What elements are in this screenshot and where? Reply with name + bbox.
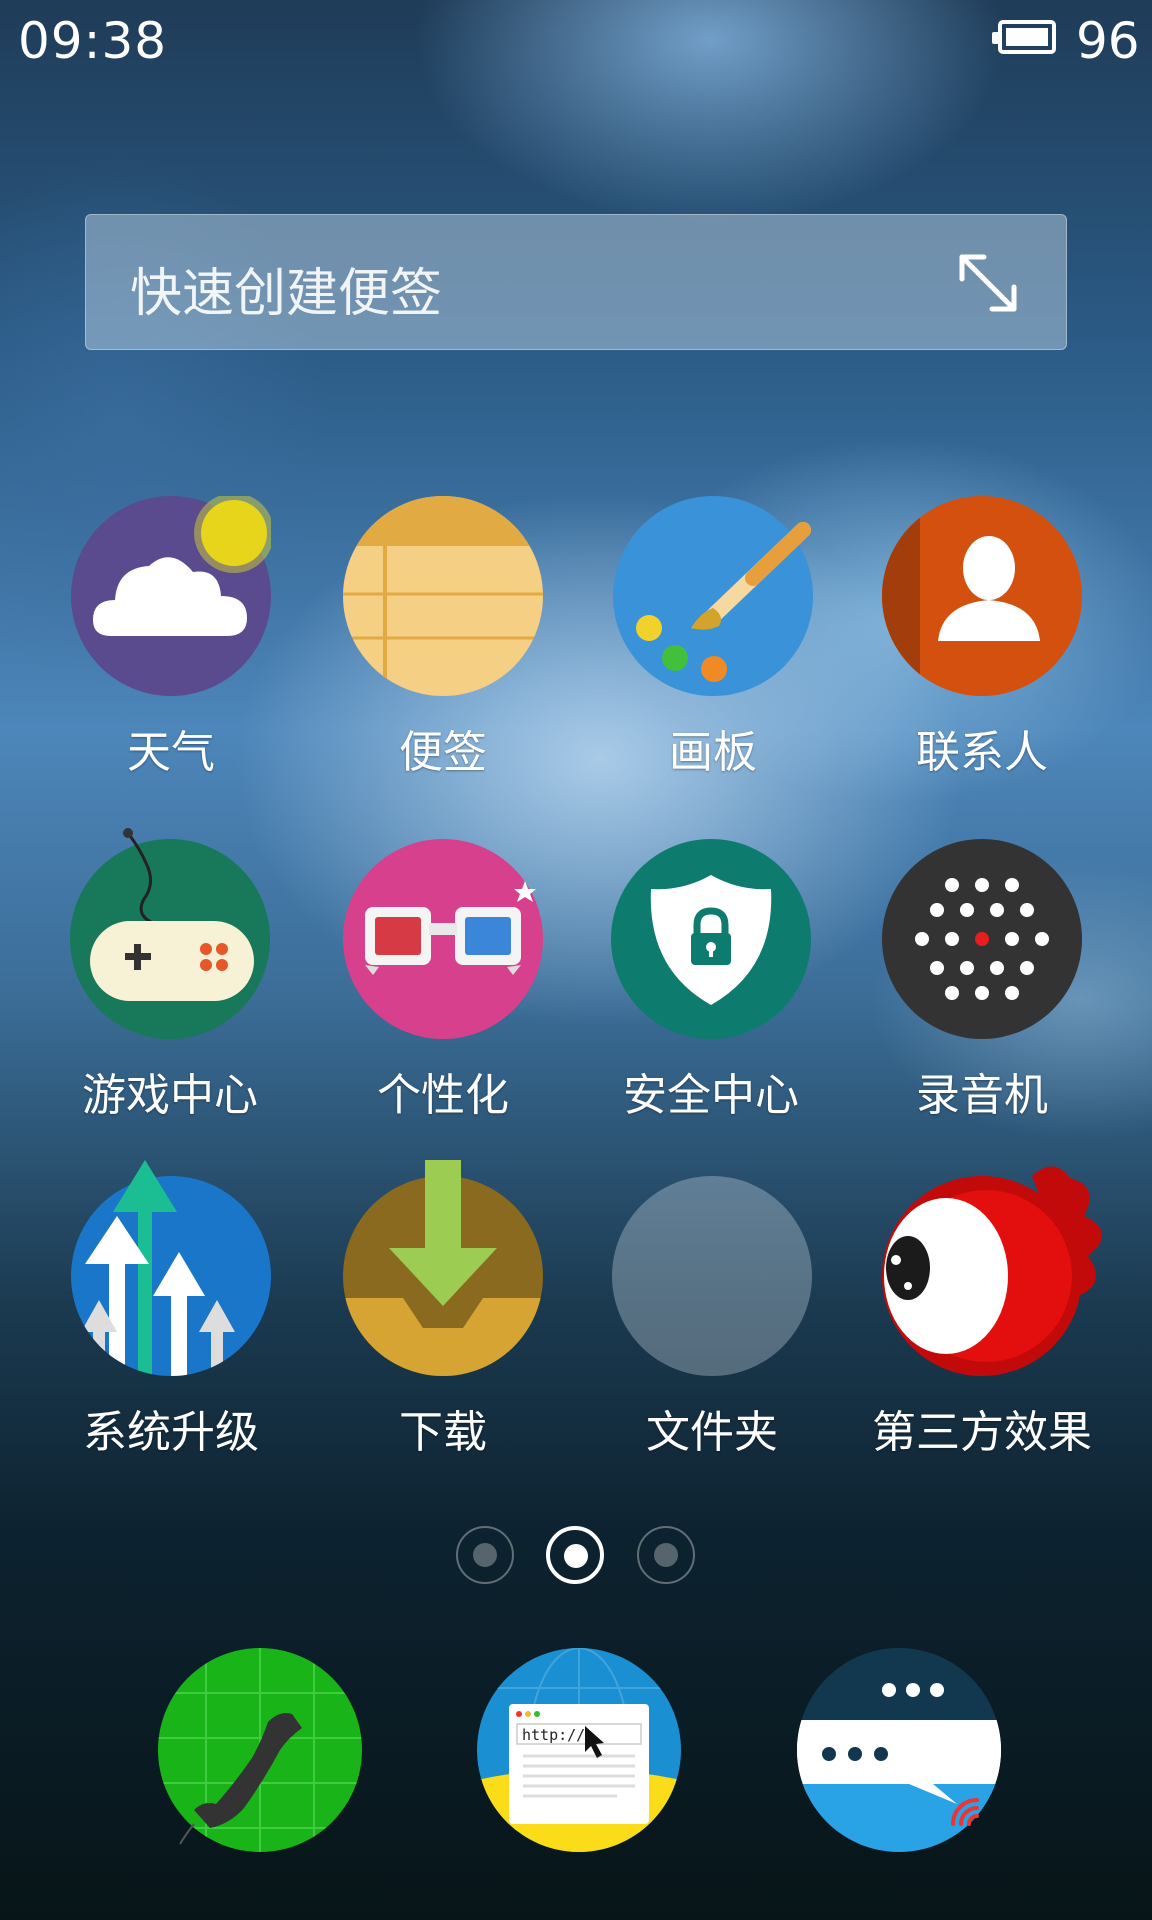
app-weather[interactable]: 天气 <box>51 496 291 796</box>
app-label: 天气 <box>127 727 215 778</box>
app-recorder[interactable]: 录音机 <box>862 839 1102 1139</box>
app-label: 联系人 <box>916 727 1048 778</box>
app-security-center[interactable]: 安全中心 <box>591 839 831 1139</box>
app-label: 个性化 <box>377 1070 509 1121</box>
clock: 09:38 <box>18 12 168 70</box>
app-drawing[interactable]: 画板 <box>593 496 833 796</box>
page-indicator[interactable] <box>0 1526 1152 1586</box>
page-dot-3[interactable] <box>637 1526 695 1584</box>
paintbrush-icon <box>613 496 813 696</box>
weather-icon <box>71 496 271 696</box>
browser-app[interactable]: http:// <box>477 1648 681 1852</box>
gamepad-icon <box>70 828 270 1039</box>
battery-level: 96 <box>1076 12 1140 70</box>
page-dot-1[interactable] <box>456 1526 514 1584</box>
shield-lock-icon <box>611 839 811 1039</box>
battery-icon <box>992 20 1056 54</box>
app-download[interactable]: 下载 <box>323 1160 563 1476</box>
browser-url-text: http:// <box>522 1726 586 1744</box>
folder-icon <box>612 1176 812 1376</box>
notes-icon <box>343 496 543 696</box>
phone-icon[interactable] <box>158 1648 362 1852</box>
app-third-party-effects[interactable]: 第三方效果 <box>862 1166 1103 1476</box>
eye-bird-icon <box>882 1166 1103 1376</box>
quick-note-widget[interactable]: 快速创建便签 <box>85 214 1067 350</box>
status-bar: 09:38 96 <box>0 0 1152 80</box>
app-notes[interactable]: 便签 <box>323 496 563 796</box>
app-game-center[interactable]: 游戏中心 <box>50 828 290 1139</box>
microphone-grille-icon <box>882 839 1082 1039</box>
app-label: 游戏中心 <box>82 1070 258 1121</box>
app-label: 第三方效果 <box>872 1407 1092 1458</box>
browser-icon <box>477 1648 681 1852</box>
app-label: 文件夹 <box>646 1407 778 1458</box>
app-label: 安全中心 <box>623 1070 799 1121</box>
quick-note-placeholder: 快速创建便签 <box>130 264 443 324</box>
app-label: 便签 <box>399 727 487 778</box>
app-label: 系统升级 <box>83 1407 259 1458</box>
app-folder[interactable]: 文件夹 <box>592 1176 832 1476</box>
app-personalization[interactable]: 个性化 <box>323 839 563 1139</box>
app-contacts[interactable]: 联系人 <box>862 496 1102 796</box>
expand-icon[interactable] <box>954 249 1022 317</box>
app-label: 画板 <box>669 727 757 778</box>
messages-icon[interactable] <box>797 1648 1001 1852</box>
3d-glasses-icon <box>343 839 543 1039</box>
app-system-update[interactable]: 系统升级 <box>51 1160 291 1476</box>
upgrade-arrows-icon <box>71 1160 271 1376</box>
page-dot-2-active[interactable] <box>546 1526 604 1584</box>
app-label: 下载 <box>399 1407 487 1458</box>
contacts-icon <box>882 496 1082 696</box>
app-label: 录音机 <box>916 1070 1048 1121</box>
download-tray-icon <box>343 1160 543 1376</box>
